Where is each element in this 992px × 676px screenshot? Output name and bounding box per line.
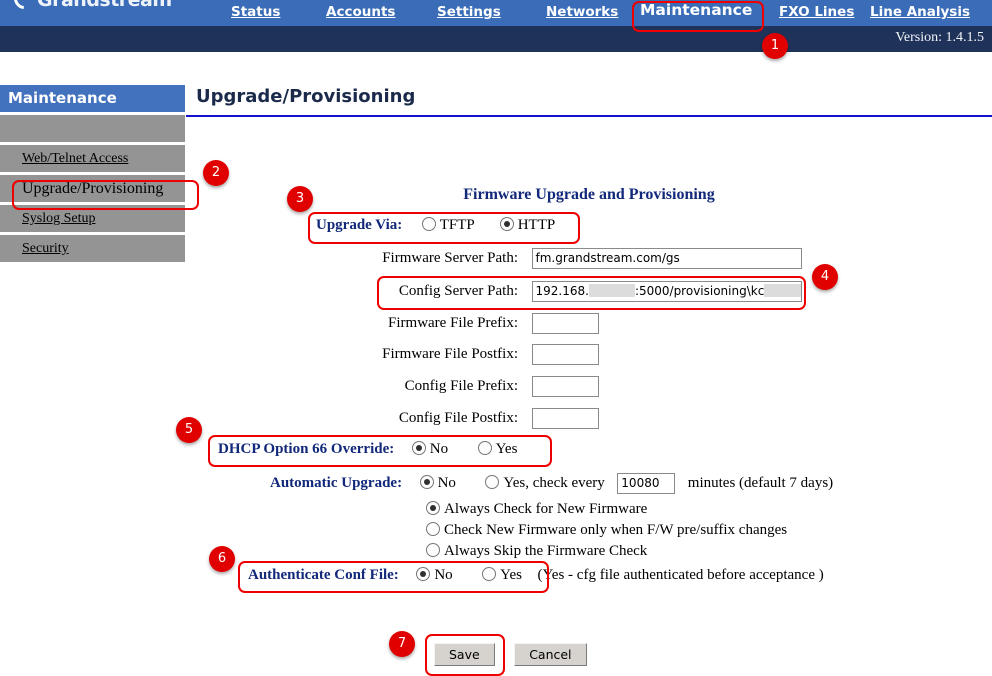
firmware-version-label: Version: 1.4.1.5 xyxy=(895,30,984,45)
page-title: Upgrade/Provisioning xyxy=(196,86,416,107)
authenticate-conf-file-yes-radio[interactable] xyxy=(482,567,497,581)
firmware-check-presuffix-radio[interactable] xyxy=(426,522,440,536)
firmware-check-option-3: Always Skip the Firmware Check xyxy=(426,543,647,560)
nav-item-status[interactable]: Status xyxy=(231,4,280,20)
firmware-file-prefix-row: Firmware File Prefix: xyxy=(383,313,599,334)
upgrade-via-http-radio[interactable] xyxy=(499,217,514,231)
config-file-prefix-input[interactable] xyxy=(531,376,599,397)
version-bar: Version: 1.4.1.5 xyxy=(0,26,992,52)
upgrade-via-label: Upgrade Via: xyxy=(316,217,403,233)
firmware-file-postfix-row: Firmware File Postfix: xyxy=(377,344,599,365)
sidebar-item-label: Web/Telnet Access xyxy=(22,151,129,166)
config-server-path-input[interactable]: 192.168.:5000/provisioning\kc3c xyxy=(531,281,802,302)
firmware-check-option-1: Always Check for New Firmware xyxy=(426,501,647,518)
firmware-check-option-2: Check New Firmware only when F/W pre/suf… xyxy=(426,522,787,539)
firmware-check-always-label: Always Check for New Firmware xyxy=(444,501,648,517)
automatic-upgrade-interval-input[interactable]: 10080 xyxy=(617,473,676,494)
firmware-check-presuffix-label: Check New Firmware only when F/W pre/suf… xyxy=(444,522,788,538)
firmware-file-prefix-label: Firmware File Prefix: xyxy=(388,314,518,331)
dhcp-option-66-row: DHCP Option 66 Override: No Yes xyxy=(218,441,517,458)
automatic-upgrade-suffix-label: minutes (default 7 days) xyxy=(687,474,834,491)
upgrade-via-row: Upgrade Via: TFTP HTTP xyxy=(316,217,555,234)
step-badge-6: 6 xyxy=(209,546,235,572)
upgrade-via-http-label: HTTP xyxy=(517,217,556,233)
authenticate-conf-file-no-radio[interactable] xyxy=(416,567,431,581)
firmware-server-path-label: Firmware Server Path: xyxy=(382,249,518,266)
sidebar-item-syslog-setup[interactable]: Syslog Setup xyxy=(0,205,185,232)
config-path-part1: 192.168. xyxy=(535,284,589,298)
automatic-upgrade-yes-label: Yes, check every xyxy=(503,474,605,491)
nav-item-settings[interactable]: Settings xyxy=(437,4,501,20)
nav-item-fxo-lines[interactable]: FXO Lines xyxy=(779,4,854,20)
firmware-file-postfix-label: Firmware File Postfix: xyxy=(382,345,518,362)
step-badge-5: 5 xyxy=(176,417,202,443)
logo-text: Grandstream xyxy=(37,0,172,11)
config-server-path-row: Config Server Path: 192.168. :5000/provis… xyxy=(392,281,802,302)
automatic-upgrade-no-radio[interactable] xyxy=(419,474,434,489)
sidebar-item-label: Security xyxy=(22,241,69,256)
automatic-upgrade-yes-radio[interactable] xyxy=(485,474,500,489)
config-file-postfix-input[interactable] xyxy=(531,408,599,429)
dhcp-option-66-label: DHCP Option 66 Override: xyxy=(218,441,395,457)
grandstream-logo: Grandstream xyxy=(14,0,184,14)
firmware-check-skip-label: Always Skip the Firmware Check xyxy=(444,543,648,559)
automatic-upgrade-row: Automatic Upgrade: No Yes, check every 1… xyxy=(270,473,833,494)
sidebar-blank-row xyxy=(0,115,185,142)
authenticate-conf-file-label: Authenticate Conf File: xyxy=(248,567,399,583)
firmware-check-always-radio[interactable] xyxy=(426,501,440,515)
authenticate-conf-file-note: (Yes - cfg file authenticated before acc… xyxy=(537,567,824,583)
config-file-prefix-label: Config File Prefix: xyxy=(404,377,518,394)
step-badge-7: 7 xyxy=(389,631,415,657)
redacted-ip-octets xyxy=(588,284,635,297)
firmware-check-skip-radio[interactable] xyxy=(426,543,440,557)
sidebar: Maintenance Web/Telnet Access Upgrade/Pr… xyxy=(0,85,185,262)
sidebar-item-security[interactable]: Security xyxy=(0,235,185,262)
config-file-postfix-label: Config File Postfix: xyxy=(398,409,518,426)
nav-item-networks[interactable]: Networks xyxy=(546,4,618,20)
nav-item-accounts[interactable]: Accounts xyxy=(326,4,395,20)
upgrade-via-tftp-label: TFTP xyxy=(439,217,475,233)
automatic-upgrade-no-label: No xyxy=(437,474,456,491)
firmware-file-prefix-input[interactable] xyxy=(531,313,599,334)
dhcp-option-66-no-label: No xyxy=(429,441,449,457)
step-badge-2: 2 xyxy=(203,160,229,186)
logo-swoosh-icon xyxy=(14,0,40,14)
firmware-server-path-row: Firmware Server Path: fm.grandstream.com… xyxy=(375,248,802,269)
cancel-button[interactable]: Cancel xyxy=(514,643,587,666)
sidebar-header: Maintenance xyxy=(0,85,185,112)
authenticate-conf-file-row: Authenticate Conf File: No Yes (Yes - cf… xyxy=(248,567,824,584)
nav-item-line-analysis[interactable]: Line Analysis xyxy=(870,4,970,20)
top-navigation-bar: Grandstream Status Accounts Settings Networ… xyxy=(0,0,992,26)
nav-item-maintenance[interactable]: Maintenance xyxy=(640,1,752,19)
authenticate-conf-file-yes-label: Yes xyxy=(500,567,522,583)
sidebar-item-label: Syslog Setup xyxy=(22,211,96,226)
config-file-postfix-row: Config File Postfix: xyxy=(394,408,599,429)
dhcp-option-66-yes-radio[interactable] xyxy=(477,441,492,455)
automatic-upgrade-label: Automatic Upgrade: xyxy=(270,474,403,491)
save-button[interactable]: Save xyxy=(434,643,495,666)
title-underline-rule xyxy=(186,115,992,117)
config-path-part2: :5000/provisioning\kc xyxy=(634,284,765,298)
authenticate-conf-file-no-label: No xyxy=(434,567,453,583)
config-server-path-label: Config Server Path: xyxy=(398,282,518,299)
form-actions: Save Cancel xyxy=(434,643,587,666)
step-badge-4: 4 xyxy=(812,264,838,290)
firmware-file-postfix-input[interactable] xyxy=(531,344,599,365)
redacted-path-segment xyxy=(764,284,801,297)
form-heading: Firmware Upgrade and Provisioning xyxy=(463,186,715,203)
firmware-server-path-input[interactable]: fm.grandstream.com/gs xyxy=(531,248,802,269)
dhcp-option-66-no-radio[interactable] xyxy=(411,441,426,455)
dhcp-option-66-yes-label: Yes xyxy=(495,441,518,457)
config-file-prefix-row: Config File Prefix: xyxy=(400,376,599,397)
upgrade-via-tftp-radio[interactable] xyxy=(421,217,436,231)
sidebar-item-web-telnet-access[interactable]: Web/Telnet Access xyxy=(0,145,185,172)
